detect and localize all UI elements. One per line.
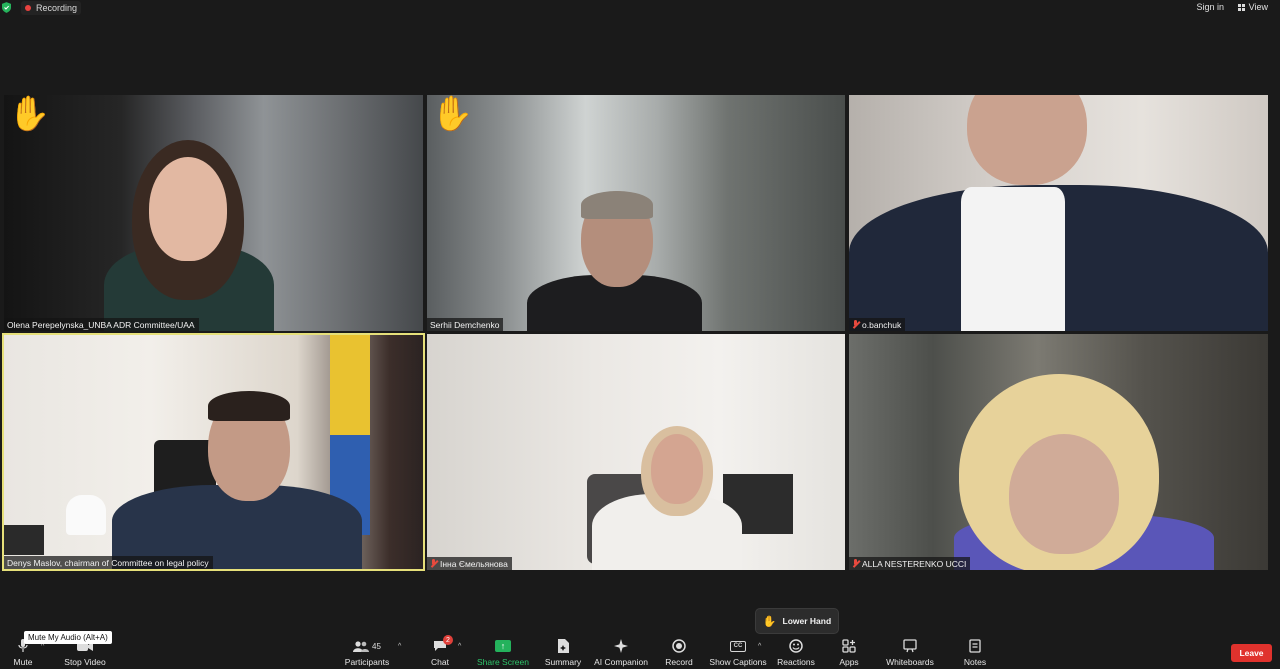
top-bar: Recording Sign in View — [0, 0, 1280, 16]
participant-name: ALLA NESTERENKO UCCI — [862, 558, 967, 569]
summary-label: Summary — [544, 657, 582, 667]
participant-name: Serhii Demchenko — [430, 319, 500, 330]
participants-options-caret-icon[interactable]: ^ — [398, 643, 401, 650]
share-screen-button[interactable]: ↑ Share Screen — [476, 636, 530, 669]
mute-tooltip: Mute My Audio (Alt+A) — [24, 631, 112, 644]
lower-hand-button[interactable]: ✋ Lower Hand — [755, 608, 839, 634]
raised-hand-icon: ✋ — [8, 95, 51, 133]
chat-label: Chat — [431, 657, 449, 667]
muted-mic-icon — [852, 320, 859, 329]
reactions-button[interactable]: Reactions — [776, 636, 816, 669]
show-captions-button[interactable]: CC Show Captions — [708, 636, 768, 669]
participants-label: Participants — [344, 657, 390, 667]
captions-options-caret-icon[interactable]: ^ — [758, 643, 761, 650]
participant-name-label: Інна Ємельянова — [427, 557, 512, 570]
share-screen-icon: ↑ — [495, 638, 511, 654]
participant-name: Інна Ємельянова — [440, 558, 508, 569]
muted-mic-icon — [430, 559, 437, 568]
participants-count: 45 — [372, 641, 381, 651]
participant-name-label: ALLA NESTERENKO UCCI — [849, 557, 971, 570]
participants-button[interactable]: 45 Participants — [342, 636, 392, 669]
reactions-label: Reactions — [777, 657, 815, 667]
video-tile[interactable]: ✋ Serhii Demchenko — [427, 95, 845, 331]
recording-indicator[interactable]: Recording — [21, 1, 82, 15]
participant-name-label: Denys Maslov, chairman of Committee on l… — [4, 556, 213, 569]
record-icon — [672, 638, 686, 654]
chat-options-caret-icon[interactable]: ^ — [458, 643, 461, 650]
shield-icon[interactable] — [2, 2, 11, 13]
video-tile-active-speaker[interactable]: Denys Maslov, chairman of Committee on l… — [2, 333, 425, 571]
sign-in-button[interactable]: Sign in — [1196, 2, 1224, 12]
participant-name: o.banchuk — [862, 319, 902, 330]
participant-name-label: o.banchuk — [849, 318, 906, 331]
whiteboards-button[interactable]: Whiteboards — [882, 636, 938, 669]
summary-button[interactable]: Summary — [542, 636, 584, 669]
ai-companion-button[interactable]: AI Companion — [592, 636, 650, 669]
leave-button[interactable]: Leave — [1231, 644, 1272, 662]
recording-label: Recording — [36, 3, 78, 13]
show-captions-label: Show Captions — [709, 657, 767, 667]
notes-icon — [969, 638, 981, 654]
whiteboard-icon — [903, 638, 917, 654]
chat-unread-badge: 2 — [443, 635, 453, 645]
notes-label: Notes — [963, 657, 987, 667]
summary-icon — [557, 638, 569, 654]
video-tile[interactable]: Інна Ємельянова — [427, 334, 845, 570]
record-button[interactable]: Record — [660, 636, 698, 669]
muted-mic-icon — [852, 559, 859, 568]
participant-name: Olena Perepelynska_UNBA ADR Committee/UA… — [7, 319, 195, 330]
participant-name-label: Serhii Demchenko — [427, 318, 504, 331]
chat-button[interactable]: 2 Chat — [424, 635, 456, 669]
participant-name-label: Olena Perepelynska_UNBA ADR Committee/UA… — [4, 318, 199, 331]
audio-options-caret-icon[interactable]: ^ — [41, 643, 44, 650]
hand-icon: ✋ — [762, 615, 777, 628]
closed-captions-icon: CC — [730, 638, 746, 654]
view-label: View — [1248, 2, 1268, 12]
apps-icon — [842, 638, 856, 654]
record-label: Record — [665, 657, 693, 667]
apps-button[interactable]: Apps — [834, 636, 864, 669]
mute-label: Mute — [13, 657, 33, 667]
smiley-icon — [789, 638, 803, 654]
video-tile[interactable]: o.banchuk — [849, 95, 1268, 331]
share-screen-label: Share Screen — [477, 657, 529, 667]
chat-icon: 2 — [433, 635, 453, 654]
raised-hand-icon: ✋ — [431, 95, 474, 133]
whiteboards-label: Whiteboards — [886, 657, 934, 667]
participant-name: Denys Maslov, chairman of Committee on l… — [7, 557, 209, 568]
grid-view-icon — [1237, 3, 1245, 11]
view-button[interactable]: View — [1237, 2, 1268, 12]
video-tile[interactable]: ✋ Olena Perepelynska_UNBA ADR Committee/… — [4, 95, 423, 331]
ai-companion-label: AI Companion — [594, 657, 648, 667]
meeting-toolbar: Mute ^ Stop Video 45 Participants ^ 2 Ch… — [0, 635, 1280, 669]
video-tile[interactable]: ALLA NESTERENKO UCCI — [849, 334, 1268, 570]
stop-video-label: Stop Video — [64, 657, 106, 667]
notes-button[interactable]: Notes — [960, 636, 990, 669]
lower-hand-label: Lower Hand — [782, 616, 832, 626]
apps-label: Apps — [839, 657, 859, 667]
sparkle-icon — [613, 638, 629, 654]
participants-icon: 45 — [353, 638, 381, 654]
recording-dot-icon — [25, 5, 31, 11]
